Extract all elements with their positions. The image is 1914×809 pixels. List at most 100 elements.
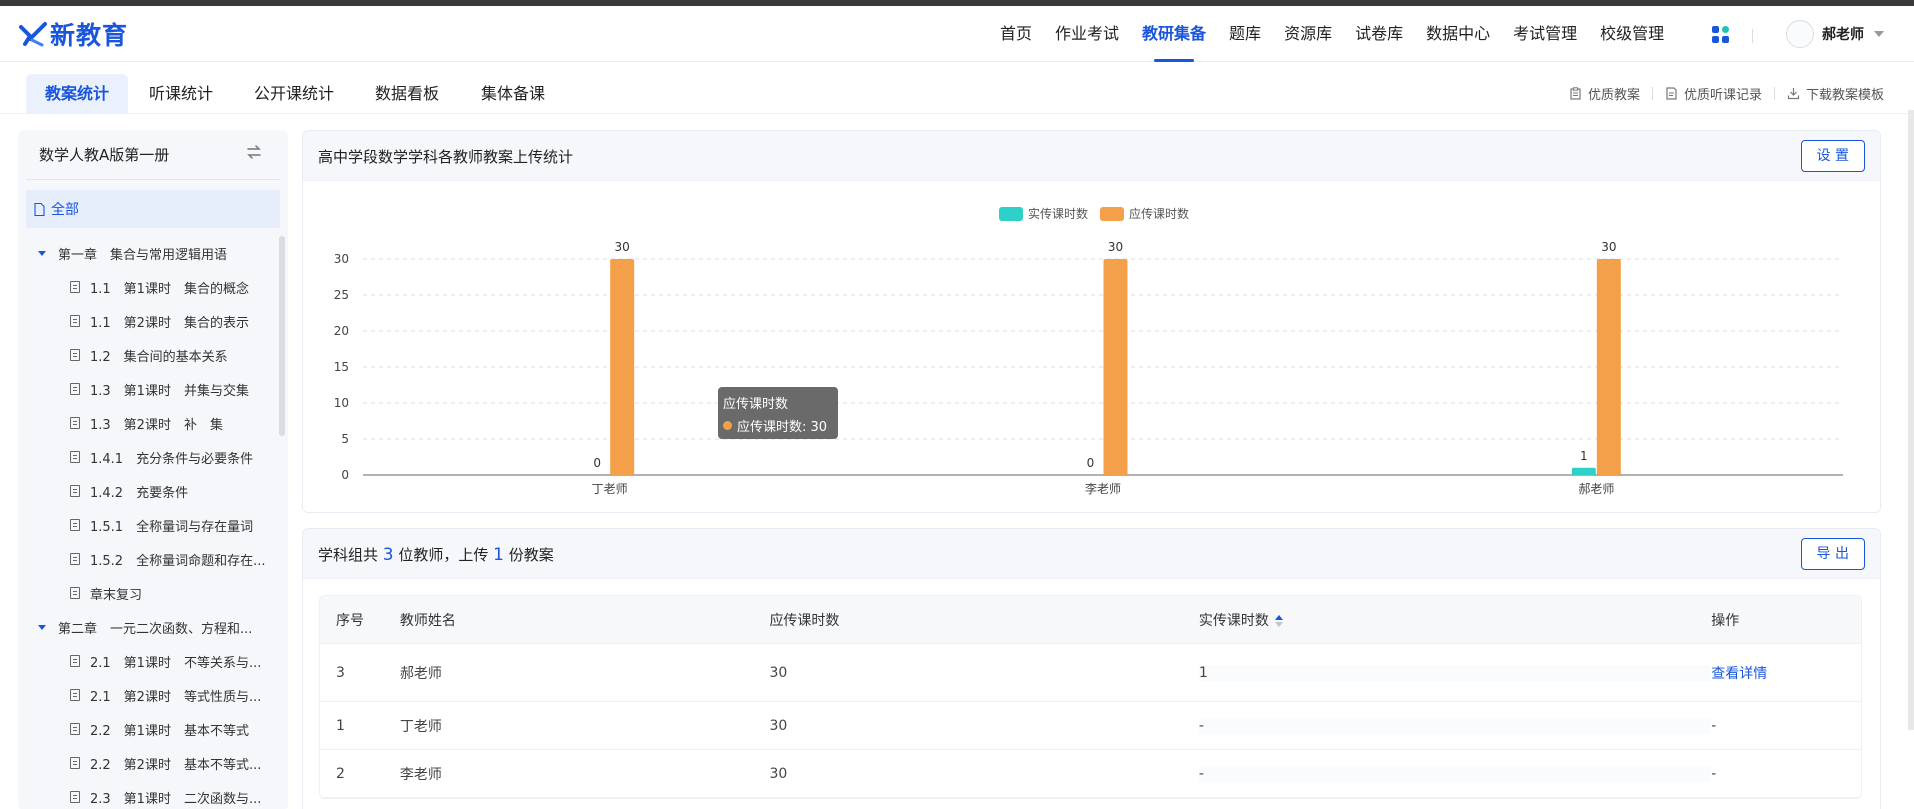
tree-lesson[interactable]: 1.1 第2课时 集合的表示 [26,304,280,338]
bar-1-1 [1103,259,1128,475]
sort-icon[interactable] [1274,614,1283,627]
tree-item-label: 2.1 第2课时 等式性质与... [90,689,262,705]
y-tick-label: 30 [334,252,349,266]
teacher-count: 3 [382,545,394,565]
tree-lesson[interactable]: 2.2 第1课时 基本不等式 [26,712,280,746]
quality-lesson-plan-link[interactable]: 优质教案 [1569,84,1640,103]
y-tick-label: 10 [334,396,349,410]
summary-panel-header: 学科组共 3 位教师，上传 1 份教案 导 出 [303,529,1880,579]
document-icon [70,655,80,667]
tree-lesson[interactable]: 1.3 第1课时 并集与交集 [26,372,280,406]
tree-lesson[interactable]: 1.1 第1课时 集合的概念 [26,270,280,304]
nav-divider [1752,29,1753,43]
cell-index: 1 [336,717,345,734]
nav-item-1[interactable]: 作业考试 [1055,6,1119,62]
nav-item-7[interactable]: 考试管理 [1513,6,1577,62]
header-actual-hours[interactable]: 实传课时数 [1199,610,1711,630]
tab-2[interactable]: 公开课统计 [235,74,353,114]
summary-text-mid: 位教师，上传 [393,546,494,564]
caret-down-icon[interactable] [1874,31,1884,37]
tree-lesson[interactable]: 章末复习 [26,576,280,610]
tree-item-label: 1.4.1 充分条件与必要条件 [90,451,254,467]
chart-tooltip: 应传课时数 应传课时数: 30 [718,387,838,439]
table-row: 2 李老师 30 - - [320,750,1861,798]
tree-lesson[interactable]: 1.3 第2课时 补 集 [26,406,280,440]
nav-item-4[interactable]: 资源库 [1284,6,1332,62]
tree-lesson[interactable]: 2.1 第2课时 等式性质与... [26,678,280,712]
tree-item-label: 第二章 一元二次函数、方程和... [58,621,253,637]
tree-chapter[interactable]: 第二章 一元二次函数、方程和... [26,610,280,644]
document-icon [70,757,80,769]
swap-icon[interactable] [244,142,264,162]
tree-item-label: 1.5.2 全称量词命题和存在... [90,553,266,569]
user-menu[interactable]: 郝老师 [1786,20,1884,48]
tree-lesson[interactable]: 1.4.2 充要条件 [26,474,280,508]
app-logo[interactable]: 新教育 [18,16,128,52]
chart-title: 高中学段数学学科各教师教案上传统计 [318,148,574,166]
nav-item-5[interactable]: 试卷库 [1355,6,1403,62]
tree-item-label: 1.5.1 全称量词与存在量词 [90,519,254,535]
tree-lesson[interactable]: 2.3 第1课时 二次函数与... [26,780,280,809]
page-scrollbar[interactable] [1908,110,1914,730]
cell-actual: - [1198,765,1712,782]
tree-lesson[interactable]: 1.4.1 充分条件与必要条件 [26,440,280,474]
document-icon [70,281,80,293]
y-tick-label: 5 [341,432,349,446]
x-tick-label: 李老师 [1085,481,1121,496]
legend-label-0: 实传课时数 [1028,206,1088,221]
summary-panel: 学科组共 3 位教师，上传 1 份教案 导 出 序号 教师姓名 应传课时数 实传… [302,528,1881,809]
upload-count: 1 [493,545,504,565]
x-tick-label: 丁老师 [592,482,628,496]
apps-grid-icon[interactable] [1712,26,1730,44]
data-label: 30 [1601,240,1616,254]
bar-1-2 [1596,259,1621,475]
top-header: 新教育 首页 作业考试 教研集备 题库 资源库 试卷库 数据中心 考试管理 校级管理 郝老师 [0,6,1914,62]
cell-action: - [1711,765,1717,782]
download-template-link[interactable]: 下载教案模板 [1787,84,1884,103]
nav-item-0[interactable]: 首页 [1000,6,1032,62]
tree-chapter[interactable]: 第一章 集合与常用逻辑用语 [26,236,280,270]
document-icon [70,451,80,463]
tree-item-label: 1.3 第1课时 并集与交集 [90,383,249,399]
tree-item-all[interactable]: 全部 [26,190,280,228]
nav-item-6[interactable]: 数据中心 [1426,6,1490,62]
logo-mark-icon [19,22,47,47]
nav-item-2[interactable]: 教研集备 [1142,6,1206,62]
tab-3[interactable]: 数据看板 [356,74,458,114]
tree-lesson[interactable]: 1.5.2 全称量词命题和存在... [26,542,280,576]
cell-action[interactable]: 查看详情 [1711,663,1861,683]
tab-1[interactable]: 听课统计 [130,74,232,114]
data-label: 0 [1087,456,1095,470]
tree-item-label: 1.1 第2课时 集合的表示 [90,315,249,331]
tab-0[interactable]: 教案统计 [26,74,129,114]
tooltip-title: 应传课时数 [723,397,789,412]
tree-item-label: 全部 [51,202,79,218]
cell-actual: 1 [1198,664,1712,681]
tree-lesson[interactable]: 1.2 集合间的基本关系 [26,338,280,372]
table-row: 1 丁老师 30 - - [320,702,1861,750]
tree-lesson[interactable]: 1.5.1 全称量词与存在量词 [26,508,280,542]
sidebar-header: 数学人教A版第一册 [18,130,288,180]
settings-button[interactable]: 设 置 [1800,140,1865,172]
legend-swatch-1 [1100,207,1124,221]
tab-4[interactable]: 集体备课 [462,74,564,114]
tree-item-label: 1.4.2 充要条件 [90,485,189,501]
tree-item-label: 1.3 第2课时 补 集 [90,417,223,433]
avatar[interactable] [1786,20,1814,48]
data-label: 30 [615,240,630,254]
document-icon [70,485,80,497]
tool-label: 下载教案模板 [1805,88,1884,103]
sub-nav: 教案统计 听课统计 公开课统计 数据看板 集体备课 优质教案 优质听课记录 下载教案模板 [0,70,1914,114]
export-button[interactable]: 导 出 [1800,538,1865,570]
tool-label: 优质听课记录 [1683,88,1762,103]
sidebar-scrollbar[interactable] [279,236,285,436]
document-icon [70,587,80,599]
tooltip-value: 应传课时数: 30 [737,420,828,435]
quality-lecture-record-link[interactable]: 优质听课记录 [1665,84,1762,103]
tree-lesson[interactable]: 2.1 第1课时 不等关系与... [26,644,280,678]
nav-item-8[interactable]: 校级管理 [1600,6,1664,62]
nav-item-3[interactable]: 题库 [1229,6,1261,62]
tree-lesson[interactable]: 2.2 第2课时 基本不等式... [26,746,280,780]
x-tick-label: 郝老师 [1578,482,1614,496]
document-icon [70,723,80,735]
